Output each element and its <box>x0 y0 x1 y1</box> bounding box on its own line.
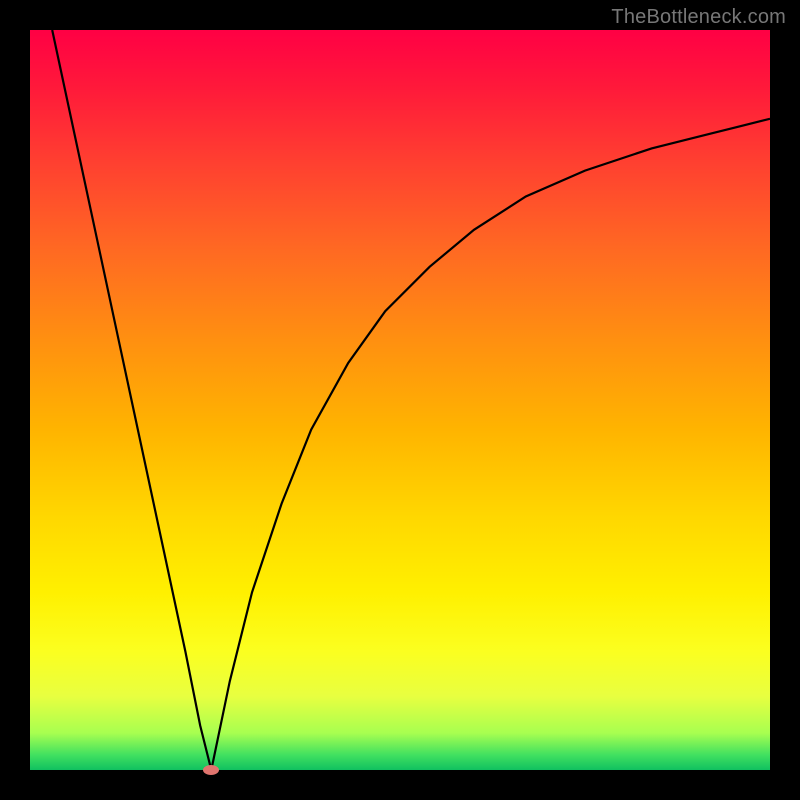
plot-area <box>30 30 770 770</box>
chart-frame: TheBottleneck.com <box>0 0 800 800</box>
curve-vertex-marker <box>203 765 219 775</box>
bottleneck-curve <box>30 30 770 770</box>
watermark-text: TheBottleneck.com <box>611 6 786 29</box>
